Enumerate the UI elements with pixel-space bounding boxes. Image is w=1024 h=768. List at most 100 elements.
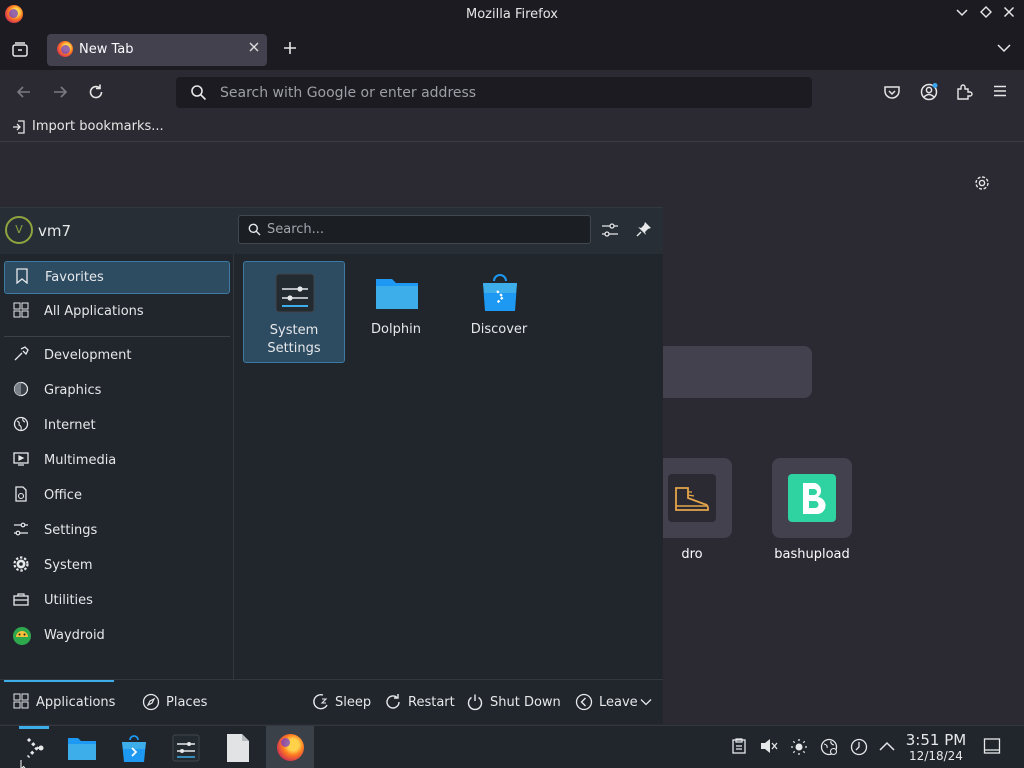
- show-desktop-icon[interactable]: [983, 737, 1001, 755]
- app-label: Dolphin: [371, 322, 421, 337]
- tab-label: Applications: [36, 695, 116, 710]
- category-label: System: [44, 558, 93, 573]
- tab-new-tab[interactable]: New Tab: [47, 34, 267, 66]
- leave-button[interactable]: Leave: [575, 680, 655, 725]
- restart-button[interactable]: Restart: [384, 680, 456, 725]
- taskbar-text-editor[interactable]: [216, 726, 260, 768]
- launcher-search[interactable]: [238, 215, 591, 244]
- brightness-icon[interactable]: [790, 738, 808, 756]
- category-all-applications[interactable]: All Applications: [4, 296, 230, 329]
- clipboard-icon[interactable]: [730, 738, 748, 756]
- arrow-right-icon: [54, 86, 68, 98]
- shortcut-tile-dro[interactable]: [652, 458, 732, 538]
- power-management-icon[interactable]: [850, 738, 868, 756]
- tab-places[interactable]: Places: [134, 680, 224, 725]
- category-label: Waydroid: [44, 628, 105, 643]
- back-button[interactable]: [14, 83, 34, 103]
- minimize-button[interactable]: [951, 4, 973, 26]
- firefox-view-button[interactable]: [10, 41, 30, 61]
- tab-applications[interactable]: Applications: [4, 680, 116, 725]
- import-bookmarks-button[interactable]: Import bookmarks...: [12, 119, 164, 134]
- import-bookmarks-label: Import bookmarks...: [32, 119, 164, 134]
- volume-muted-icon[interactable]: [760, 738, 778, 756]
- taskbar-system-settings[interactable]: [164, 726, 208, 768]
- tab-label: Places: [166, 695, 208, 710]
- active-indicator: [19, 726, 49, 729]
- customize-newtab-button[interactable]: [973, 174, 991, 197]
- bookmarks-toolbar: Import bookmarks...: [0, 114, 1024, 142]
- menu-button[interactable]: [990, 83, 1010, 103]
- account-button[interactable]: [918, 82, 940, 104]
- configure-launcher-button[interactable]: [600, 221, 620, 241]
- address-input[interactable]: [220, 77, 800, 108]
- sleep-button[interactable]: Sleep: [311, 680, 373, 725]
- forward-button[interactable]: [50, 83, 70, 103]
- shutdown-button[interactable]: Shut Down: [466, 680, 562, 725]
- application-launcher: V vm7 Favorites All Applications Develop…: [0, 207, 663, 725]
- category-label: Graphics: [44, 383, 102, 398]
- extensions-button[interactable]: [954, 83, 974, 103]
- diamond-icon: [980, 6, 992, 18]
- shortcut-tile-bashupload[interactable]: [772, 458, 852, 538]
- pin-icon: [636, 222, 651, 237]
- application-launcher-button[interactable]: [12, 726, 56, 768]
- list-all-tabs-button[interactable]: [994, 42, 1014, 58]
- new-tab-button[interactable]: [280, 40, 300, 60]
- category-label: Utilities: [44, 593, 93, 608]
- category-settings[interactable]: Settings: [4, 515, 230, 548]
- category-system[interactable]: System: [4, 550, 230, 583]
- category-label: Favorites: [45, 270, 104, 285]
- taskbar: 3:51 PM 12/18/24: [0, 725, 1024, 768]
- category-waydroid[interactable]: Waydroid: [4, 620, 230, 653]
- digital-clock[interactable]: 3:51 PM 12/18/24: [900, 731, 972, 764]
- clock-time: 3:51 PM: [905, 731, 967, 749]
- reload-button[interactable]: [86, 83, 106, 103]
- sleep-icon: [311, 693, 329, 711]
- category-office[interactable]: Office: [4, 480, 230, 513]
- category-label: Development: [44, 348, 132, 363]
- category-graphics[interactable]: Graphics: [4, 375, 230, 408]
- taskbar-firefox[interactable]: [266, 726, 314, 768]
- taskbar-dolphin[interactable]: [60, 726, 104, 768]
- tab-close-button[interactable]: [249, 40, 259, 56]
- sliders-icon: [602, 223, 618, 237]
- category-development[interactable]: Development: [4, 340, 230, 373]
- category-internet[interactable]: Internet: [4, 410, 230, 443]
- category-utilities[interactable]: Utilities: [4, 585, 230, 618]
- boot-icon: [668, 474, 716, 522]
- app-dolphin[interactable]: Dolphin: [346, 261, 448, 363]
- category-favorites[interactable]: Favorites: [4, 261, 230, 294]
- leave-label: Leave: [599, 695, 638, 710]
- palette-icon: [12, 381, 30, 399]
- restart-label: Restart: [408, 695, 455, 710]
- tab-strip: New Tab: [0, 30, 1024, 70]
- chevron-down-icon: [956, 9, 968, 17]
- pin-launcher-button[interactable]: [634, 221, 654, 241]
- plus-icon: [284, 42, 296, 54]
- close-window-button[interactable]: [998, 4, 1020, 26]
- chevron-up-icon[interactable]: [878, 738, 896, 756]
- shutdown-label: Shut Down: [490, 695, 561, 710]
- app-discover[interactable]: Discover: [449, 261, 551, 363]
- arrow-left-icon: [16, 86, 30, 98]
- grid-icon: [12, 302, 30, 320]
- launcher-categories: Favorites All Applications Development G…: [0, 254, 234, 679]
- category-label: Settings: [44, 523, 98, 538]
- shortcut-label: bashupload: [774, 547, 850, 562]
- taskbar-discover[interactable]: [112, 726, 156, 768]
- app-label: System Settings: [267, 323, 321, 356]
- address-bar[interactable]: [176, 77, 812, 108]
- app-system-settings[interactable]: System Settings: [243, 261, 345, 363]
- category-multimedia[interactable]: Multimedia: [4, 445, 230, 478]
- folder-icon: [68, 738, 96, 760]
- firefox-tab-icon: [57, 41, 73, 57]
- avatar[interactable]: V: [5, 216, 33, 244]
- window-title: Mozilla Firefox: [466, 7, 558, 22]
- shopping-bag-icon: [483, 274, 517, 311]
- pocket-button[interactable]: [882, 83, 902, 103]
- network-icon[interactable]: [820, 738, 838, 756]
- launcher-search-input[interactable]: [267, 216, 585, 243]
- maximize-button[interactable]: [975, 4, 997, 26]
- reload-icon: [89, 84, 103, 99]
- launcher-header: V vm7: [0, 208, 663, 254]
